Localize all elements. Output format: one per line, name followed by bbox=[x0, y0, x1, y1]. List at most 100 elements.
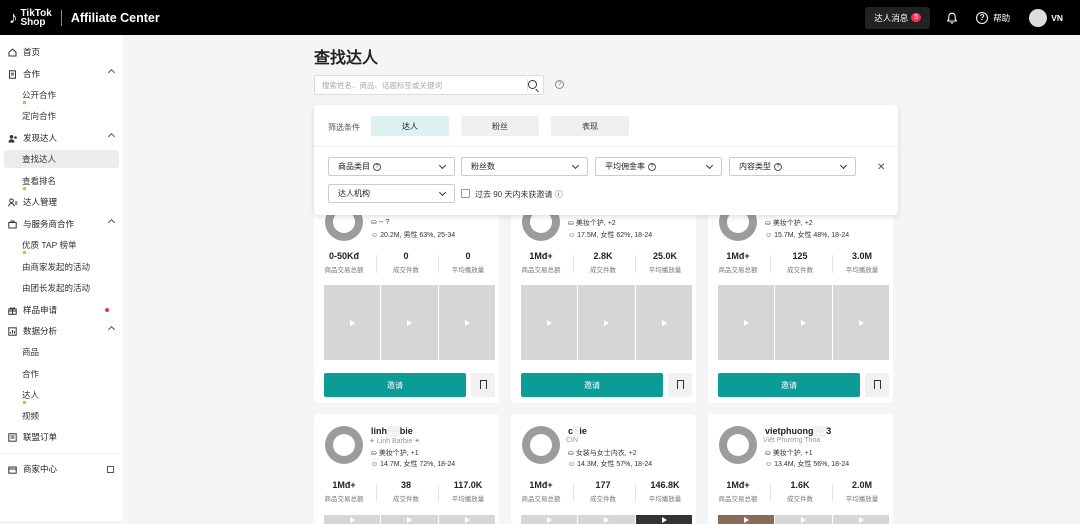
search-icon[interactable] bbox=[528, 80, 537, 89]
followers-text: 13.4M, 女性 56%, 18-24 bbox=[774, 461, 850, 468]
sold-stat: 177 成交件数 bbox=[573, 480, 633, 503]
tab-fans[interactable]: 粉丝 bbox=[461, 116, 539, 136]
sidebar-item-creator-manage[interactable]: 达人管理 bbox=[0, 193, 123, 211]
notification-dot bbox=[105, 308, 109, 312]
sidebar-item-samples[interactable]: 样品申请 bbox=[0, 301, 123, 319]
sidebar-item-tap[interactable]: 优质 TAP 榜单 bbox=[0, 236, 123, 254]
sidebar-item-public-collab[interactable]: 公开合作 bbox=[0, 86, 123, 104]
bookmark-button[interactable] bbox=[668, 373, 692, 397]
video-thumb[interactable] bbox=[718, 285, 775, 360]
sidebar-item-leader-campaigns[interactable]: 由团长发起的活动 bbox=[0, 279, 123, 297]
video-thumb[interactable] bbox=[521, 515, 578, 524]
sold-label: 成交件数 bbox=[787, 496, 813, 503]
video-thumb[interactable] bbox=[775, 285, 832, 360]
creator-messages-button[interactable]: 达人消息 5 bbox=[865, 6, 931, 29]
card-followers: ☺ 20.2M, 男性 63%, 25-34 bbox=[371, 232, 456, 239]
sidebar-item-label: 优质 TAP 榜单 bbox=[22, 240, 77, 250]
sidebar-item-discover[interactable]: 发现达人 bbox=[0, 129, 123, 147]
sidebar-item-analytics[interactable]: 数据分析 bbox=[0, 322, 123, 340]
creator-card[interactable]: ⛀ -- ? ☺ 20.2M, 男性 63%, 25-34 0-50Kđ 商品交易… bbox=[314, 203, 499, 403]
video-thumb[interactable] bbox=[635, 285, 692, 360]
tab-label: 达人 bbox=[402, 121, 418, 131]
bookmark-button[interactable] bbox=[471, 373, 495, 397]
gmv-label: 商品交易总额 bbox=[324, 496, 364, 503]
video-thumb[interactable] bbox=[578, 515, 635, 524]
video-thumb[interactable] bbox=[578, 285, 635, 360]
sidebar-item-collab[interactable]: 合作 bbox=[0, 65, 123, 83]
video-thumb[interactable] bbox=[635, 515, 692, 524]
tab-performance[interactable]: 表现 bbox=[551, 116, 629, 136]
sidebar-item-label: 公开合作 bbox=[22, 90, 57, 100]
sidebar-item-seller-campaigns[interactable]: 由商家发起的活动 bbox=[0, 258, 123, 276]
brand[interactable]: ♪ TikTok Shop Affiliate Center bbox=[9, 8, 160, 28]
video-thumb[interactable] bbox=[324, 285, 381, 360]
video-thumb[interactable] bbox=[324, 515, 381, 524]
sidebar-item-targeted-collab[interactable]: 定向合作 bbox=[0, 107, 123, 125]
sidebar-item-analytics-products[interactable]: 商品 bbox=[0, 343, 123, 361]
gmv-stat: 1Mđ+ 商品交易总额 bbox=[314, 480, 374, 503]
bell-icon[interactable] bbox=[946, 12, 958, 24]
creator-card[interactable]: ⛀ 美妆个护, +2 ☺ 17.5M, 女性 62%, 18-24 1Mđ+ 商品… bbox=[511, 203, 696, 403]
external-link-icon bbox=[107, 466, 114, 473]
new-dot bbox=[23, 251, 26, 254]
invite-button[interactable]: 邀请 bbox=[324, 373, 466, 397]
question-icon[interactable]: ? bbox=[555, 80, 564, 89]
category-dropdown[interactable]: 商品类目? bbox=[328, 157, 455, 176]
sold-value: 177 bbox=[595, 480, 611, 490]
search-input[interactable]: 搜索姓名、商品、话题标签或关键词 bbox=[314, 75, 544, 95]
video-thumb[interactable] bbox=[832, 515, 889, 524]
card-category: ⛀ 美妆个护, +1 bbox=[371, 450, 419, 457]
partner-icon bbox=[8, 220, 17, 229]
dropdown-label: 内容类型 bbox=[739, 162, 771, 171]
video-thumb[interactable] bbox=[775, 515, 832, 524]
creator-card[interactable]: vietphuong▒▒3 Việt Phương Thoa ⛀ 美妆个护, +… bbox=[708, 414, 893, 524]
card-followers: ☺ 15.7M, 女性 48%, 18-24 bbox=[765, 232, 850, 239]
main-content: 查找达人 搜索姓名、商品、话题标签或关键词 ? ⛀ -- ? ☺ 20.2M, … bbox=[123, 35, 1080, 524]
sidebar-item-orders[interactable]: 联盟订单 bbox=[0, 428, 123, 446]
video-thumb[interactable] bbox=[438, 285, 495, 360]
sidebar-item-analytics-videos[interactable]: 视频 bbox=[0, 407, 123, 425]
chevron-up-icon bbox=[107, 325, 116, 334]
invite-button[interactable]: 邀请 bbox=[521, 373, 663, 397]
user-menu[interactable]: VN bbox=[1029, 8, 1063, 27]
filter-panel: 筛选条件 达人 粉丝 表现 商品类目? 粉丝数 平均佣金率? 内容类型? 达人机… bbox=[314, 105, 898, 215]
followers-dropdown[interactable]: 粉丝数 bbox=[461, 157, 588, 176]
video-thumb[interactable] bbox=[832, 285, 889, 360]
card-category: ⛀ -- ? bbox=[371, 219, 390, 226]
creator-card[interactable]: c▒ie CIN ⛀ 女装与女士内衣, +2 ☺ 14.3M, 女性 57%, … bbox=[511, 414, 696, 524]
sidebar-item-label: 数据分析 bbox=[23, 326, 58, 336]
card-category: ⛀ 美妆个护, +1 bbox=[765, 450, 813, 457]
followers-text: 14.3M, 女性 57%, 18-24 bbox=[577, 461, 653, 468]
tab-creator[interactable]: 达人 bbox=[371, 116, 449, 136]
close-icon[interactable]: ✕ bbox=[877, 162, 885, 173]
category-text: 美妆个护, +1 bbox=[772, 450, 813, 457]
invite-button[interactable]: 邀请 bbox=[718, 373, 860, 397]
video-thumb[interactable] bbox=[381, 285, 438, 360]
content-type-dropdown[interactable]: 内容类型? bbox=[729, 157, 856, 176]
new-dot bbox=[23, 187, 26, 190]
help-button[interactable]: ? 帮助 bbox=[976, 11, 1010, 24]
sidebar-item-partner[interactable]: 与服务商合作 bbox=[0, 215, 123, 233]
views-label: 平均播放量 bbox=[451, 496, 485, 503]
bookmark-button[interactable] bbox=[865, 373, 889, 397]
sold-stat: 0 成交件数 bbox=[376, 251, 436, 274]
avatar bbox=[325, 426, 363, 464]
sidebar-item-home[interactable]: 首页 bbox=[0, 43, 123, 61]
sidebar-item-ranking[interactable]: 查看排名 bbox=[0, 172, 123, 190]
video-thumb[interactable] bbox=[718, 515, 775, 524]
sidebar-item-find-creators[interactable]: 查找达人 bbox=[4, 150, 119, 168]
sidebar-item-analytics-collab[interactable]: 合作 bbox=[0, 365, 123, 383]
video-previews bbox=[718, 515, 889, 524]
video-thumb[interactable] bbox=[438, 515, 495, 524]
video-thumb[interactable] bbox=[521, 285, 578, 360]
agency-dropdown[interactable]: 达人机构 bbox=[328, 184, 455, 203]
sidebar-item-seller-center[interactable]: 商家中心 bbox=[0, 460, 123, 478]
tab-label: 粉丝 bbox=[492, 121, 508, 131]
creator-card[interactable]: ⛀ 美妆个护, +2 ☺ 15.7M, 女性 48%, 18-24 1Mđ+ 商品… bbox=[708, 203, 893, 403]
sidebar-item-analytics-creators[interactable]: 达人 bbox=[0, 386, 123, 404]
video-thumb[interactable] bbox=[381, 515, 438, 524]
views-value: 146.8K bbox=[650, 480, 680, 490]
creator-card[interactable]: linh▒▒bie ✦ Linh Barbie ✦ ⛀ 美妆个护, +1 ☺ 1… bbox=[314, 414, 499, 524]
commission-dropdown[interactable]: 平均佣金率? bbox=[595, 157, 722, 176]
not-invited-checkbox[interactable] bbox=[461, 189, 470, 198]
